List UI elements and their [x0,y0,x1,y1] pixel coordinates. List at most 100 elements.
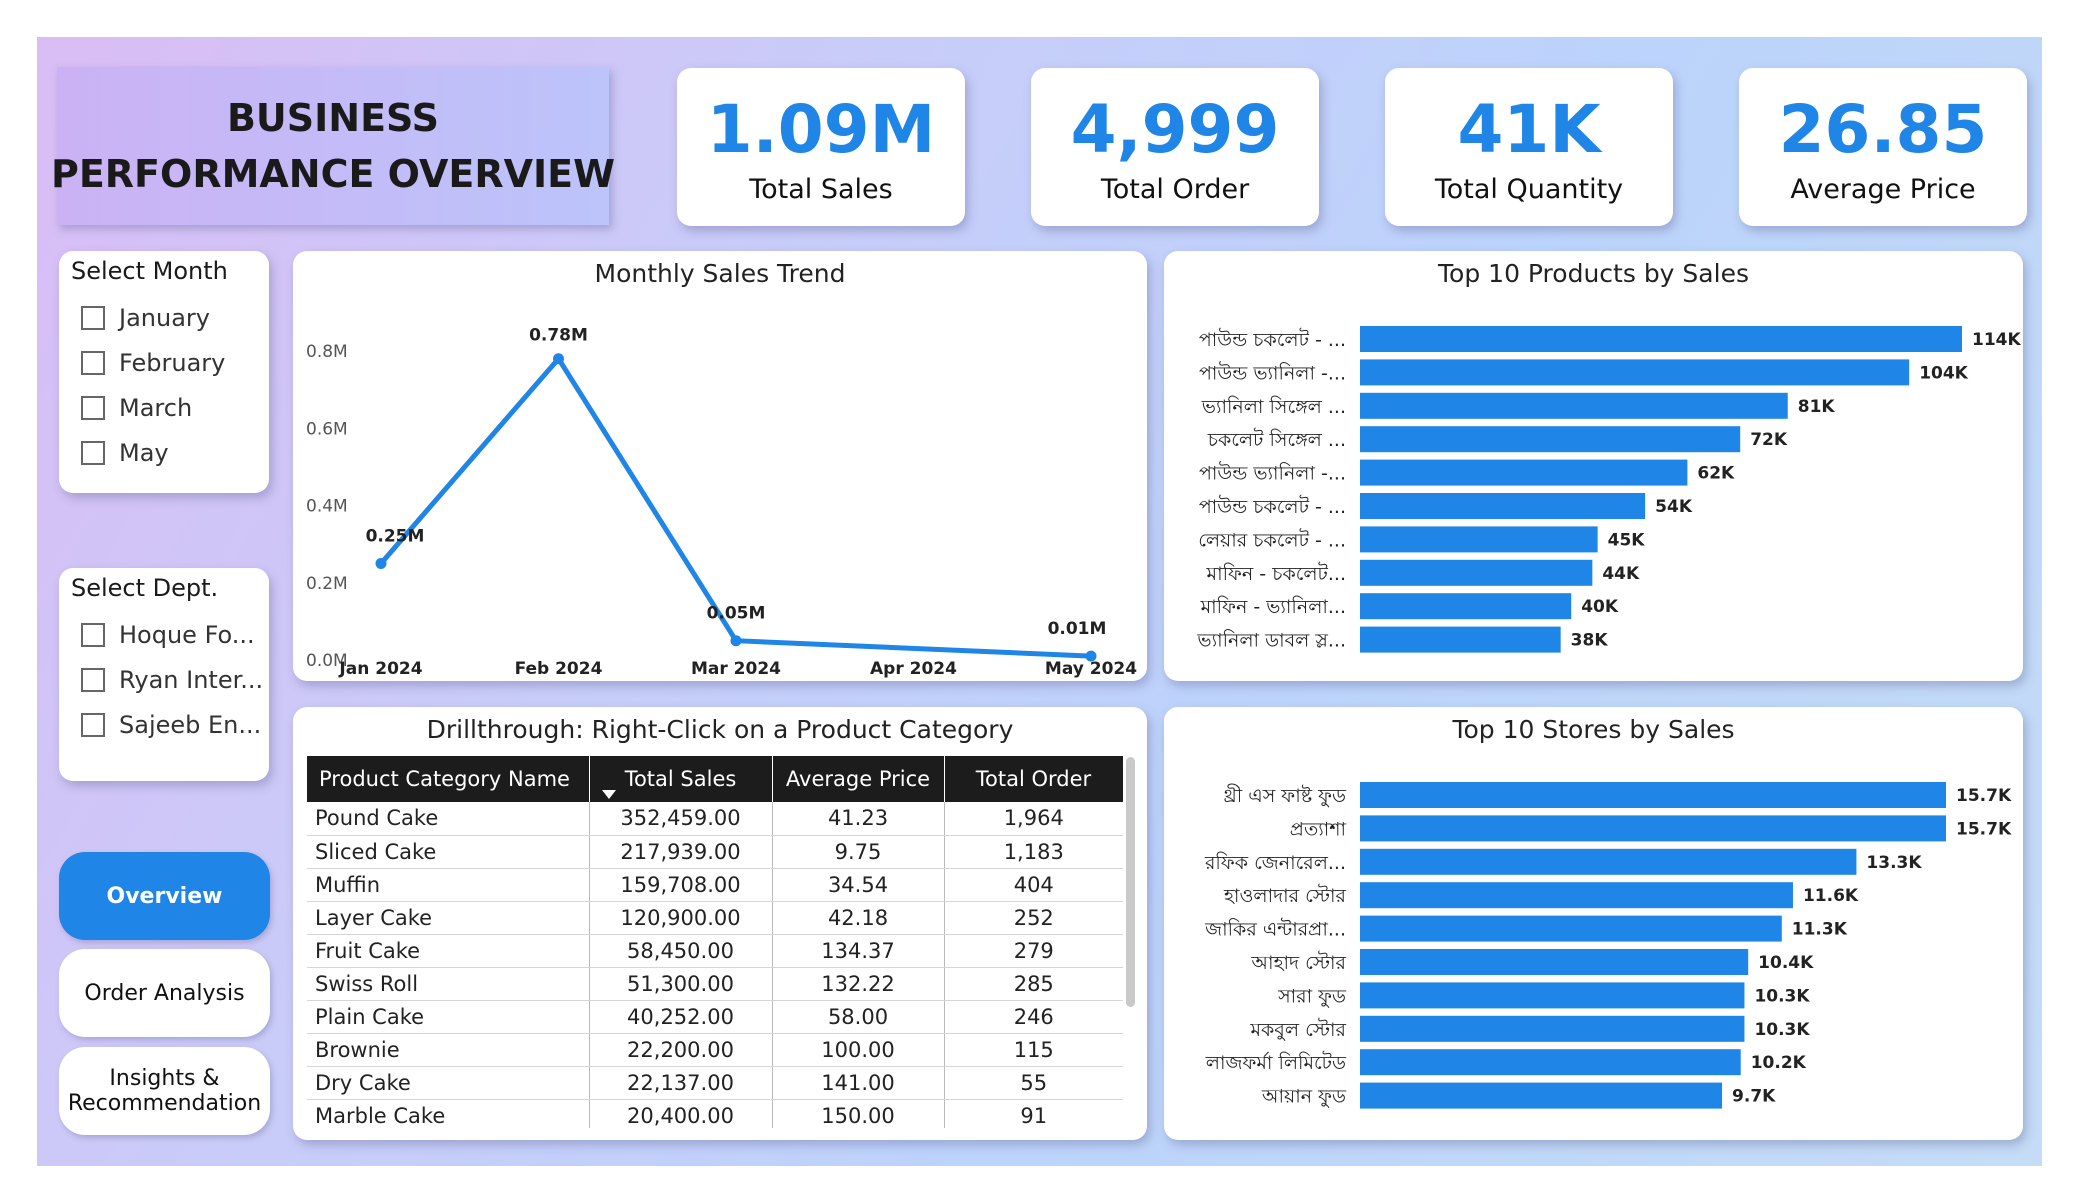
checkbox[interactable] [81,712,105,737]
checkbox[interactable] [81,622,105,647]
kpi-total-sales: 1.09M Total Sales [677,68,965,226]
bar-value-label: 38K [1571,631,1609,651]
table-row[interactable]: Muffin 159,708.00 34.54 404 [307,868,1123,902]
category-table: Product Category Name Total Sales Averag… [307,756,1123,1128]
month-option-may[interactable]: May [71,430,269,475]
bar-value-label: 10.4K [1758,953,1814,973]
insights-recommendation-button[interactable]: Insights & Recommendation [59,1047,270,1135]
cell-average-price: 9.75 [772,835,945,869]
bar-value-label: 45K [1608,530,1646,550]
table-viewport[interactable]: Product Category Name Total Sales Averag… [307,756,1123,1128]
cell-total-order: 1,183 [944,835,1123,869]
table-row[interactable]: Plain Cake 40,252.00 58.00 246 [307,1000,1123,1034]
cell-total-order: 1,964 [944,802,1123,836]
y-tick-label: 0.8M [306,342,348,362]
kpi-label: Total Order [1100,173,1250,205]
drillthrough-table-panel: Drillthrough: Right-Click on a Product C… [293,707,1147,1140]
category-label: ভ্যানিলা সিঙ্গেল ... [1201,396,1346,418]
cell-total-order: 55 [944,1066,1123,1100]
y-tick-label: 0.6M [306,419,348,439]
bar [1360,1049,1741,1076]
table-row[interactable]: Brownie 22,200.00 100.00 115 [307,1033,1123,1067]
cell-category: Marble Cake [307,1099,590,1128]
dashboard-canvas: BUSINESS PERFORMANCE OVERVIEW 1.09M Tota… [37,37,2042,1166]
kpi-value: 4,999 [1070,90,1280,168]
kpi-label: Total Sales [749,173,893,205]
category-label: থ্রী এস ফাষ্ট ফুড [1223,784,1347,807]
month-slicer: Select Month January February March May [59,251,269,493]
bar [1360,782,1946,808]
dept-option-sajeeb[interactable]: Sajeeb En... [71,702,269,747]
bar [1360,1015,1745,1042]
cell-category: Muffin [307,868,590,902]
bar-value-label: 54K [1655,497,1693,517]
cell-category: Pound Cake [307,802,590,836]
dept-slicer-title: Select Dept. [71,574,219,602]
top-products-panel: Top 10 Products by Sales পাউন্ড চকলেট - … [1164,251,2023,681]
order-analysis-button[interactable]: Order Analysis [59,949,270,1037]
table-row[interactable]: Layer Cake 120,900.00 42.18 252 [307,901,1123,935]
overview-button[interactable]: Overview [59,852,270,940]
checkbox[interactable] [81,305,105,330]
category-label: সারা ফুড [1277,985,1347,1007]
checkbox[interactable] [81,350,105,375]
cell-category: Brownie [307,1033,590,1067]
data-label: 0.78M [529,326,588,346]
cell-category: Layer Cake [307,901,590,935]
cell-average-price: 58.00 [772,1000,945,1034]
bar-value-label: 10.3K [1754,1020,1810,1040]
data-point [1085,650,1097,662]
cell-category: Swiss Roll [307,967,590,1001]
dept-option-ryan[interactable]: Ryan Inter... [71,657,269,702]
cell-total-sales: 51,300.00 [589,967,773,1001]
x-tick-label: May 2024 [1045,659,1137,679]
col-header-total-order[interactable]: Total Order [944,756,1123,802]
month-option-march[interactable]: March [71,385,269,430]
bar-value-label: 13.3K [1866,853,1922,873]
table-row[interactable]: Pound Cake 352,459.00 41.23 1,964 [307,802,1123,836]
option-label: Ryan Inter... [119,665,264,694]
col-header-average-price[interactable]: Average Price [772,756,945,802]
top-products-bar-chart: পাউন্ড চকলেট - ... 114K পাউন্ড ভ্যানিলা -.… [1196,326,2021,653]
table-scrollbar[interactable] [1126,757,1135,1007]
category-label: পাউন্ড চকলেট - ... [1199,495,1346,518]
checkbox[interactable] [81,440,105,465]
cell-total-order: 285 [944,967,1123,1001]
checkbox[interactable] [81,395,105,420]
bar [1360,559,1593,586]
insights-label-line-2: Recommendation [67,1091,262,1116]
cell-average-price: 141.00 [772,1066,945,1100]
option-label: February [119,348,226,377]
cell-total-order: 404 [944,868,1123,902]
cell-average-price: 100.00 [772,1033,945,1067]
bar-value-label: 44K [1602,564,1640,584]
kpi-total-quantity: 41K Total Quantity [1385,68,1673,226]
table-row[interactable]: Fruit Cake 58,450.00 134.37 279 [307,934,1123,968]
dept-option-hoque[interactable]: Hoque Fo... [71,612,269,657]
month-option-january[interactable]: January [71,295,269,340]
cell-average-price: 42.18 [772,901,945,935]
dashboard-title: BUSINESS PERFORMANCE OVERVIEW [51,67,615,225]
cell-total-sales: 40,252.00 [589,1000,773,1034]
bar-value-label: 114K [1972,330,2021,350]
option-label: Hoque Fo... [119,620,255,649]
bar [1360,359,1910,386]
table-row[interactable]: Dry Cake 22,137.00 141.00 55 [307,1066,1123,1100]
cell-total-order: 246 [944,1000,1123,1034]
table-row[interactable]: Sliced Cake 217,939.00 9.75 1,183 [307,835,1123,869]
month-slicer-title: Select Month [71,257,228,285]
bar-value-label: 72K [1750,430,1788,450]
col-header-category[interactable]: Product Category Name [307,756,590,802]
data-point [730,635,742,647]
table-row[interactable]: Marble Cake 20,400.00 150.00 91 [307,1099,1123,1128]
checkbox[interactable] [81,667,105,692]
category-label: ভ্যানিলা ডাবল স্ল... [1196,630,1346,652]
table-row[interactable]: Swiss Roll 51,300.00 132.22 285 [307,967,1123,1001]
col-header-total-sales[interactable]: Total Sales [589,756,773,802]
kpi-label: Total Quantity [1434,173,1624,205]
category-label: মকবুল স্টোর [1249,1018,1346,1041]
bar [1360,848,1857,875]
month-option-february[interactable]: February [71,340,269,385]
title-line-1: BUSINESS [226,96,440,140]
data-label: 0.01M [1048,619,1107,639]
